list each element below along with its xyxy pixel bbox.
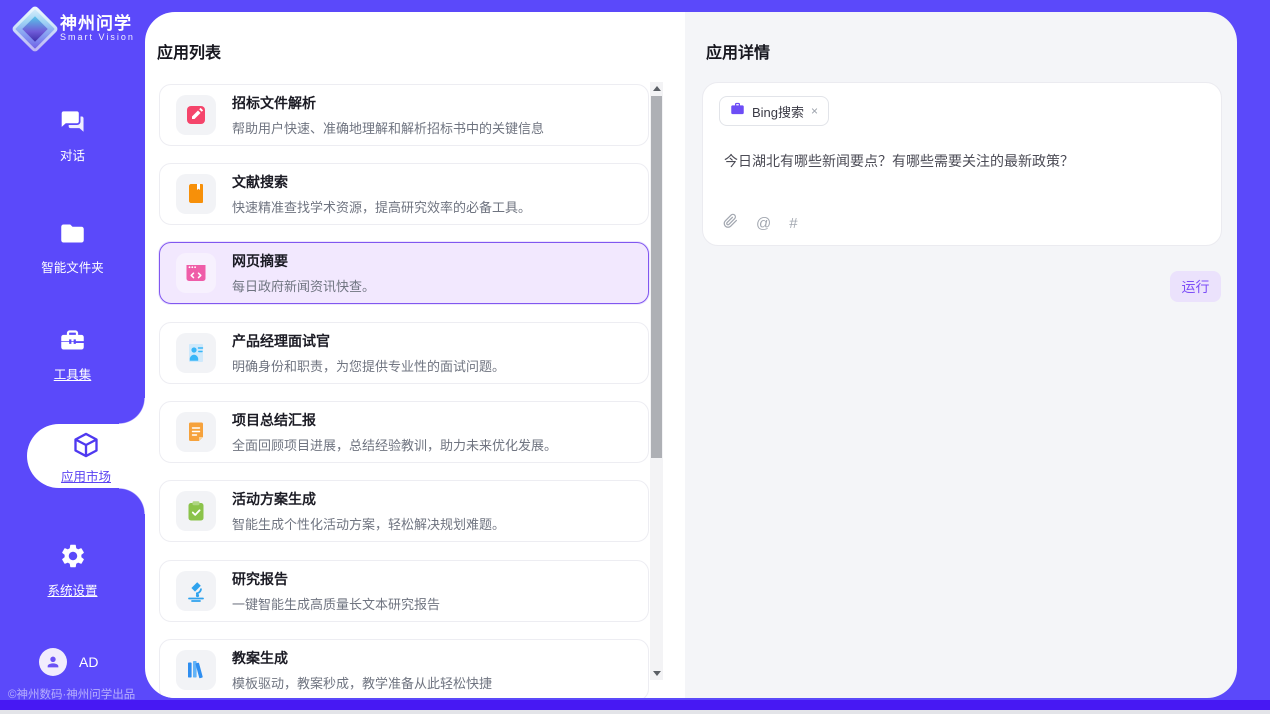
- app-card-name: 产品经理面试官: [232, 331, 505, 351]
- app-card-desc: 每日政府新闻资讯快查。: [232, 276, 375, 295]
- app-card-desc: 帮助用户快速、准确地理解和解析招标书中的关键信息: [232, 118, 544, 137]
- avatar: [39, 648, 67, 676]
- app-card-desc: 模板驱动，教案秒成，教学准备从此轻松快捷: [232, 673, 492, 692]
- close-icon[interactable]: ×: [811, 105, 818, 117]
- tool-chip-label: Bing搜索: [752, 102, 804, 121]
- app-card-event-plan[interactable]: 活动方案生成 智能生成个性化活动方案，轻松解决规划难题。: [159, 480, 649, 542]
- main-content: 应用列表 招标文件解析 帮助用户快速、准确地理解和解析招标书中的关键信息: [145, 12, 1237, 698]
- app-card-name: 教案生成: [232, 648, 492, 668]
- bottom-accent-bar: [0, 700, 1270, 710]
- app-detail-panel: 应用详情 Bing搜索 × 今日湖北有哪些新闻要点？有哪些需要关注的最新政策？: [685, 12, 1237, 698]
- sidebar: 神州问学 Smart Vision 对话 智能文件夹: [0, 0, 145, 700]
- folder-icon: [59, 220, 86, 252]
- app-card-web-summary[interactable]: 网页摘要 每日政府新闻资讯快查。: [159, 242, 649, 304]
- chat-icon: [59, 108, 86, 140]
- sidebar-item-toolset[interactable]: 工具集: [0, 327, 145, 383]
- app-card-desc: 快速精准查找学术资源，提高研究效率的必备工具。: [232, 197, 531, 216]
- app-card-desc: 全面回顾项目进展，总结经验教训，助力未来优化发展。: [232, 435, 557, 454]
- run-button[interactable]: 运行: [1170, 271, 1221, 302]
- hash-icon[interactable]: #: [789, 215, 797, 232]
- app-card-name: 活动方案生成: [232, 489, 505, 509]
- app-card-name: 项目总结汇报: [232, 410, 557, 430]
- sidebar-item-label: 系统设置: [0, 580, 145, 599]
- scroll-down-icon[interactable]: [650, 667, 663, 680]
- app-card-name: 招标文件解析: [232, 93, 544, 113]
- tab-curve-bottom: [119, 488, 145, 514]
- books-icon: [176, 650, 216, 690]
- sidebar-item-smart-folder[interactable]: 智能文件夹: [0, 220, 145, 276]
- app-card-name: 网页摘要: [232, 251, 375, 271]
- scroll-up-icon[interactable]: [650, 82, 663, 95]
- clipboard-check-icon: [176, 491, 216, 531]
- app-card-research-report[interactable]: 研究报告 一键智能生成高质量长文本研究报告: [159, 560, 649, 622]
- sidebar-item-label: 智能文件夹: [0, 257, 145, 276]
- at-mention-icon[interactable]: @: [756, 215, 771, 232]
- scrollbar[interactable]: [650, 82, 663, 680]
- app-card-name: 研究报告: [232, 569, 440, 589]
- app-list-panel: 应用列表 招标文件解析 帮助用户快速、准确地理解和解析招标书中的关键信息: [145, 12, 685, 698]
- app-list-title: 应用列表: [157, 39, 221, 63]
- gear-icon: [59, 542, 87, 575]
- sidebar-item-label: 应用市场: [27, 466, 145, 485]
- scrollbar-thumb[interactable]: [651, 96, 662, 458]
- sidebar-item-chat[interactable]: 对话: [0, 108, 145, 164]
- screen: 神州问学 Smart Vision 对话 智能文件夹: [0, 0, 1270, 714]
- interviewer-icon: [176, 333, 216, 373]
- toolbox-icon: [59, 327, 86, 359]
- edit-square-icon: [176, 95, 216, 135]
- app-window: 神州问学 Smart Vision 对话 智能文件夹: [0, 0, 1270, 700]
- paperclip-icon[interactable]: [723, 213, 738, 234]
- app-card-pm-interviewer[interactable]: 产品经理面试官 明确身份和职责，为您提供专业性的面试问题。: [159, 322, 649, 384]
- tool-chip-bing-search[interactable]: Bing搜索 ×: [719, 96, 829, 126]
- user-account[interactable]: AD: [39, 648, 98, 676]
- brand-subtitle: Smart Vision: [60, 33, 135, 43]
- app-card-name: 文献搜索: [232, 172, 531, 192]
- sidebar-item-label: 对话: [0, 145, 145, 164]
- memo-icon: [176, 412, 216, 452]
- app-card-literature-search[interactable]: 文献搜索 快速精准查找学术资源，提高研究效率的必备工具。: [159, 163, 649, 225]
- brand-logo: 神州问学 Smart Vision: [18, 12, 135, 46]
- app-card-lesson-plan[interactable]: 教案生成 模板驱动，教案秒成，教学准备从此轻松快捷: [159, 639, 649, 698]
- attachment-toolbar: @ #: [723, 213, 798, 234]
- sidebar-item-settings[interactable]: 系统设置: [0, 542, 145, 599]
- app-card-desc: 智能生成个性化活动方案，轻松解决规划难题。: [232, 514, 505, 533]
- prompt-card: Bing搜索 × 今日湖北有哪些新闻要点？有哪些需要关注的最新政策？ @ #: [702, 82, 1222, 246]
- tab-curve-top: [119, 398, 145, 424]
- briefcase-icon: [730, 101, 745, 121]
- sidebar-item-label: 工具集: [0, 364, 145, 383]
- diamond-logo-icon: [11, 5, 59, 53]
- user-name: AD: [79, 654, 98, 670]
- browser-code-icon: [176, 253, 216, 293]
- microscope-icon: [176, 571, 216, 611]
- sidebar-item-app-market[interactable]: 应用市场: [27, 424, 145, 488]
- app-card-project-summary[interactable]: 项目总结汇报 全面回顾项目进展，总结经验教训，助力未来优化发展。: [159, 401, 649, 463]
- app-detail-title: 应用详情: [706, 39, 770, 63]
- brand-name: 神州问学: [60, 15, 135, 34]
- app-card-desc: 一键智能生成高质量长文本研究报告: [232, 594, 440, 613]
- cube-icon: [72, 446, 100, 463]
- prompt-text[interactable]: 今日湖北有哪些新闻要点？有哪些需要关注的最新政策？: [724, 151, 1194, 171]
- app-card-desc: 明确身份和职责，为您提供专业性的面试问题。: [232, 356, 505, 375]
- book-icon: [176, 174, 216, 214]
- app-card-bid-parse[interactable]: 招标文件解析 帮助用户快速、准确地理解和解析招标书中的关键信息: [159, 84, 649, 146]
